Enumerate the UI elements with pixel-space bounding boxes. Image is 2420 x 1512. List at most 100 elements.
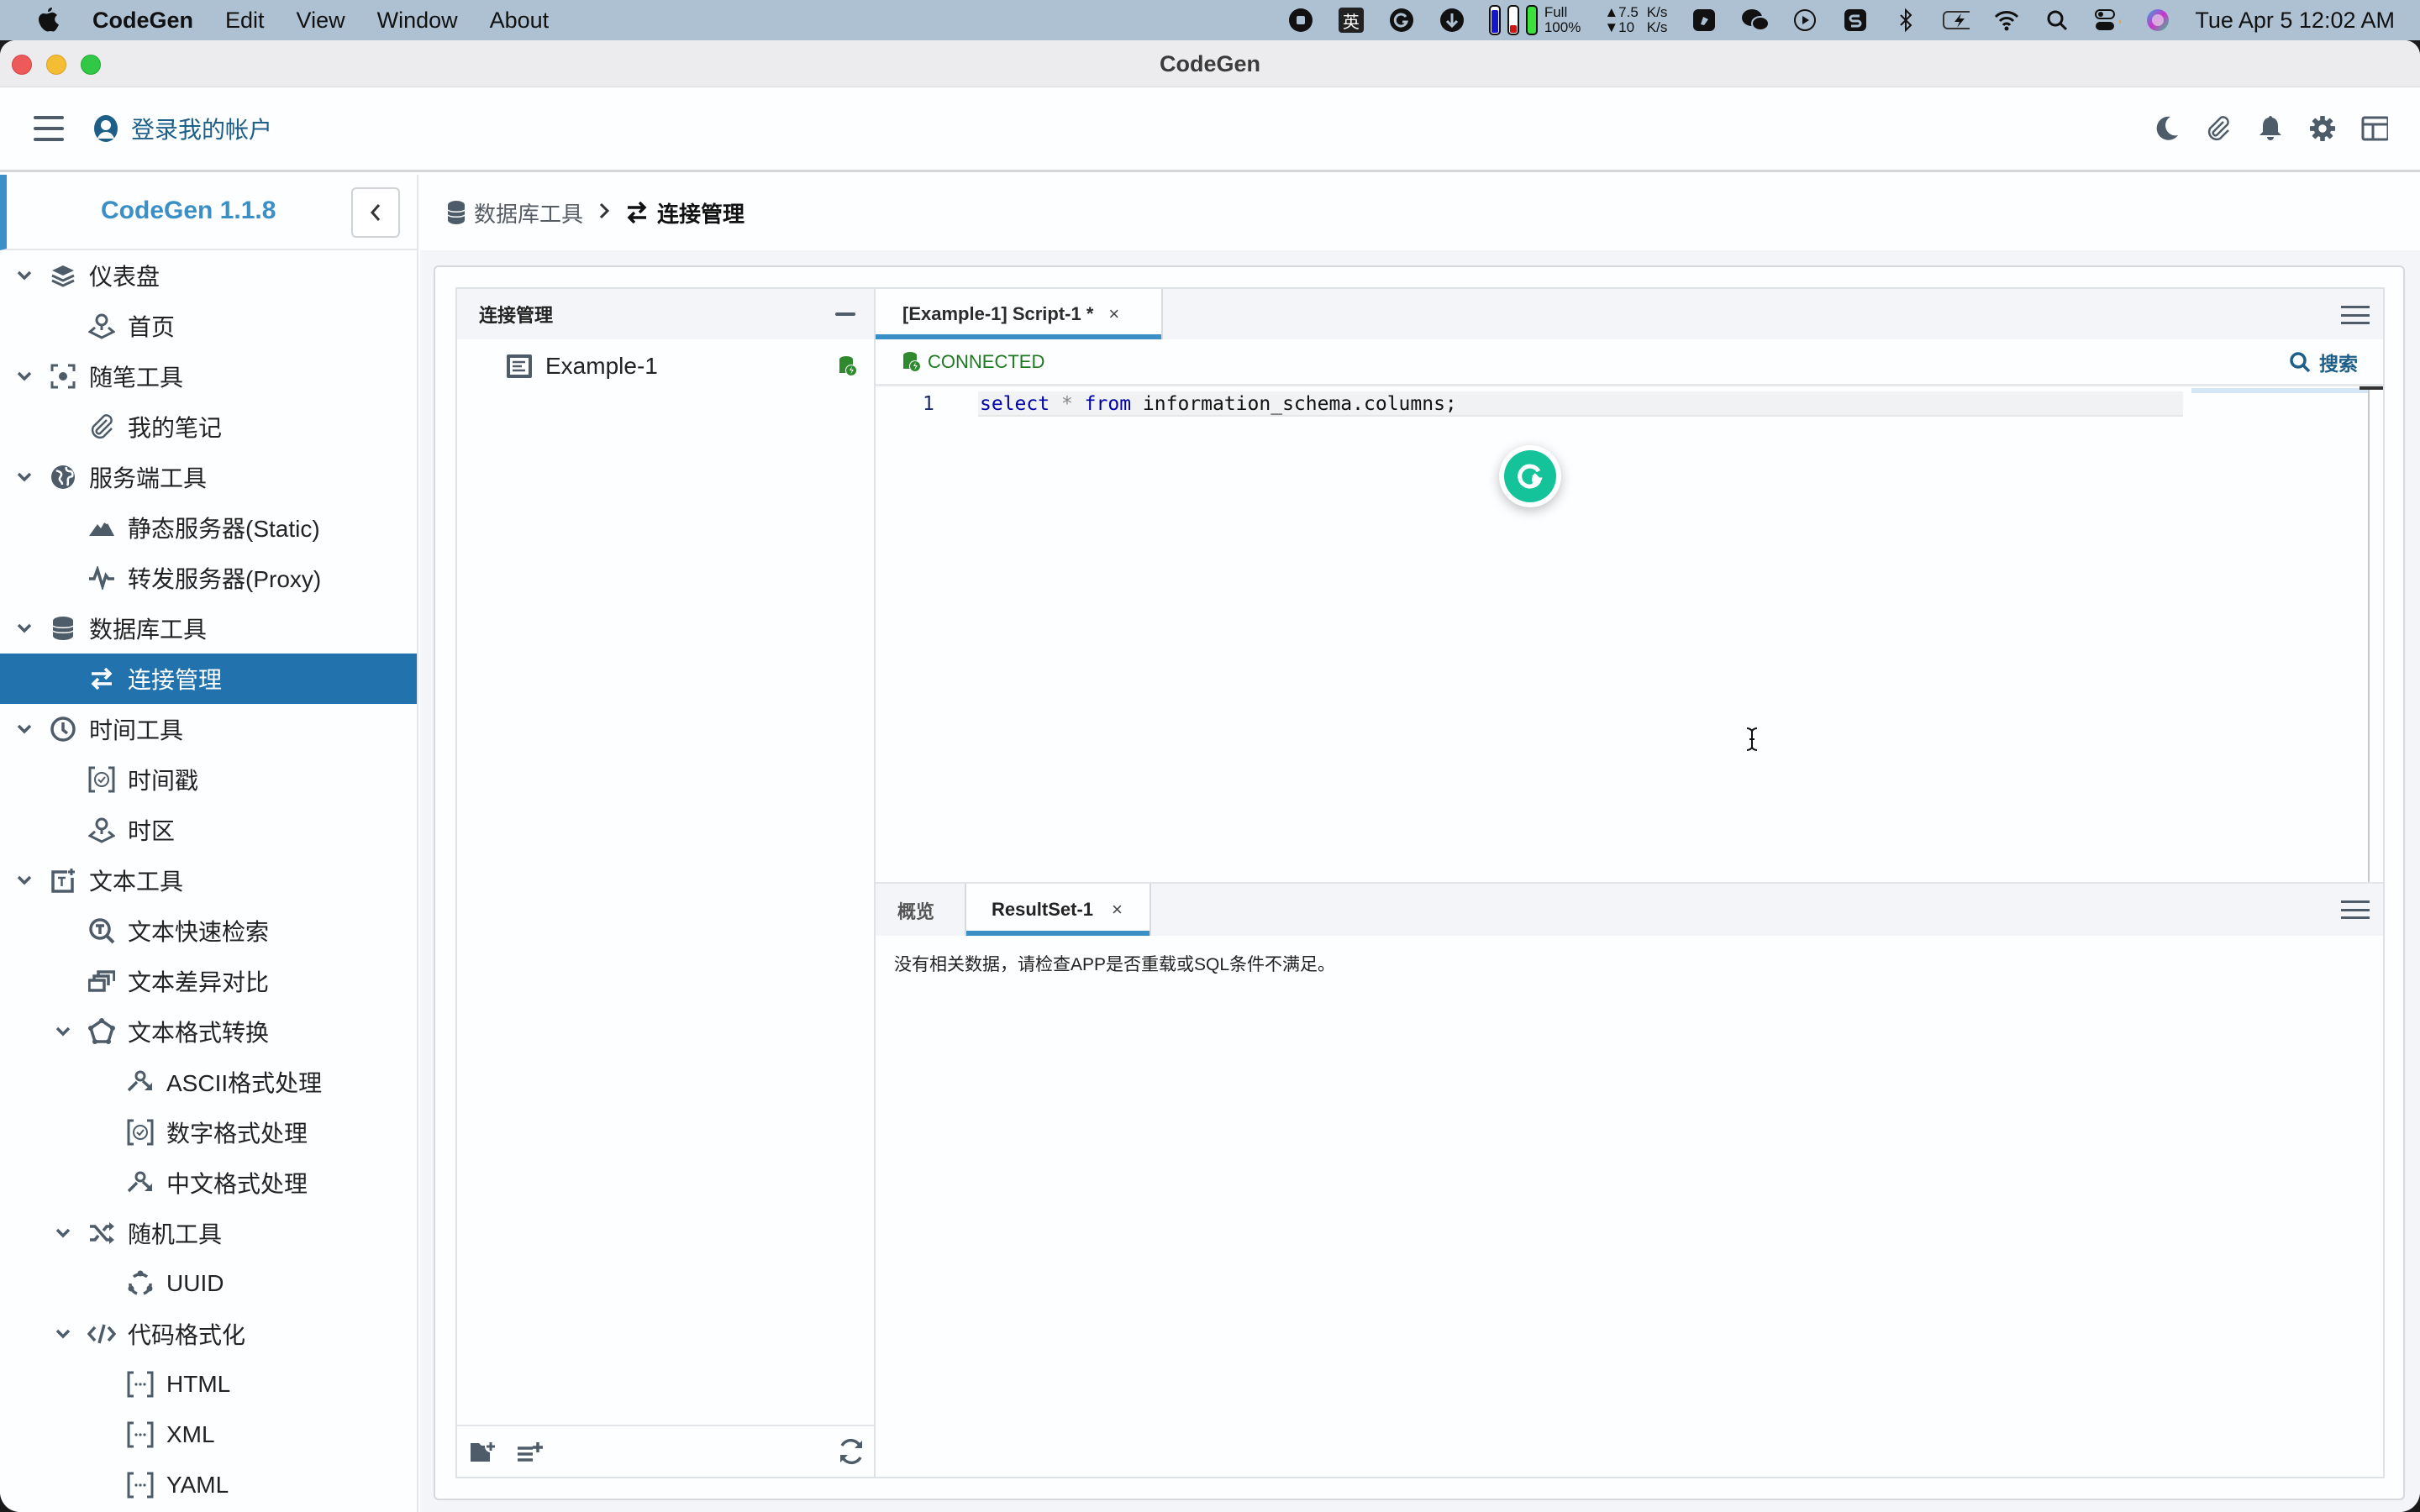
connection-file-icon (507, 354, 532, 378)
breadcrumb-parent[interactable]: 数据库工具 (447, 197, 583, 228)
hamburger-menu-icon[interactable] (34, 116, 64, 141)
menu-window[interactable]: Window (377, 8, 458, 34)
sidebar-item[interactable]: UUID (0, 1258, 417, 1309)
record-stop-icon[interactable] (1287, 7, 1314, 34)
chevron-down-icon[interactable] (15, 619, 34, 638)
clock[interactable]: Tue Apr 5 12:02 AM (2195, 8, 2395, 34)
sidebar-item[interactable]: 仪表盘 (0, 250, 417, 301)
sidebar-item[interactable]: 代码格式化 (0, 1309, 417, 1359)
chevron-down-icon[interactable] (54, 1224, 72, 1242)
chevron-down-icon[interactable] (54, 1325, 72, 1343)
sidebar-item[interactable]: 时间工具 (0, 704, 417, 754)
route-icon (126, 1068, 155, 1096)
tab-resultset-1[interactable]: ResultSet-1 × (965, 884, 1151, 936)
battery-meter-icon (1525, 5, 1538, 35)
play-circle-icon[interactable] (1791, 7, 1818, 34)
chevron-down-icon[interactable] (15, 266, 34, 285)
wifi-icon[interactable] (1993, 7, 2020, 34)
download-manager-icon[interactable] (1439, 7, 1465, 34)
sidebar-item[interactable]: 首页 (0, 301, 417, 351)
apple-icon[interactable] (34, 6, 62, 34)
brackets-icon (126, 1370, 155, 1399)
grammarly-widget[interactable] (1499, 445, 1561, 507)
editor-minimap[interactable] (2191, 386, 2370, 882)
s-app-icon[interactable] (1842, 7, 1869, 34)
tab-script-1[interactable]: [Example-1] Script-1 * × (876, 289, 1163, 339)
bell-icon[interactable] (2257, 114, 2284, 143)
collapse-sidebar-button[interactable] (351, 187, 400, 238)
new-folder-icon[interactable] (469, 1437, 497, 1466)
login-link[interactable]: 登录我的帐户 (92, 112, 272, 145)
sidebar-item[interactable]: 数字格式处理 (0, 1107, 417, 1158)
brackets-icon (126, 1420, 155, 1449)
refresh-icon[interactable] (837, 1437, 865, 1466)
chevron-down-icon[interactable] (15, 468, 34, 486)
code-text[interactable]: select * from information_schema.columns… (978, 391, 2183, 417)
connection-item[interactable]: Example-1 (457, 339, 874, 393)
sidebar-item[interactable]: 随笔工具 (0, 351, 417, 402)
input-method-label: 英 (1338, 8, 1364, 33)
minimize-panel-button[interactable] (835, 312, 855, 316)
chevron-down-icon[interactable] (15, 367, 34, 386)
bluetooth-icon[interactable] (1892, 7, 1919, 34)
sidebar-item[interactable]: 文本格式转换 (0, 1006, 417, 1057)
editor-scrollbar[interactable] (2360, 386, 2383, 390)
breadcrumb-current: 连接管理 (625, 197, 744, 228)
input-method-icon[interactable]: 英 (1338, 7, 1365, 34)
brand-title: CodeGen 1.1.8 (101, 197, 276, 224)
sidebar-item[interactable]: 转发服务器(Proxy) (0, 553, 417, 603)
sidebar-item[interactable]: 连接管理 (0, 654, 417, 704)
sidebar-item[interactable]: 中文格式处理 (0, 1158, 417, 1208)
sidebar-item[interactable]: XML (0, 1410, 417, 1460)
chevron-down-icon[interactable] (15, 871, 34, 890)
add-connection-icon[interactable] (516, 1437, 544, 1466)
moon-icon[interactable] (2153, 114, 2180, 143)
sidebar-item[interactable]: 服务端工具 (0, 452, 417, 502)
menu-edit[interactable]: Edit (225, 8, 265, 34)
sidebar-item[interactable]: 时区 (0, 805, 417, 855)
connection-panel-title: 连接管理 (479, 305, 554, 326)
control-center-icon[interactable] (2094, 7, 2122, 34)
chevron-down-icon[interactable] (15, 720, 34, 738)
sidebar-item[interactable]: HTML (0, 1359, 417, 1410)
tab-label: [Example-1] Script-1 * (902, 303, 1094, 324)
tab-close-icon[interactable]: × (1108, 303, 1119, 325)
sidebar-item-label: ASCII格式处理 (166, 1070, 323, 1096)
search-button[interactable]: 搜索 (2289, 348, 2358, 376)
timer-icon (126, 1118, 155, 1147)
grammarly-tray-icon[interactable] (1388, 7, 1415, 34)
sidebar-item[interactable]: ASCII格式处理 (0, 1057, 417, 1107)
results-menu-icon[interactable] (2341, 900, 2370, 919)
gear-icon[interactable] (2309, 114, 2336, 143)
text-cursor-icon (1744, 727, 1760, 752)
sidebar: CodeGen 1.1.8 仪表盘 首页 随笔工具 我的笔记 服务端工具 静态服务器(St… (0, 175, 418, 1512)
sidebar-item[interactable]: 我的笔记 (0, 402, 417, 452)
sidebar-item-label: UUID (166, 1270, 224, 1296)
menu-about[interactable]: About (490, 8, 550, 34)
empty-result-message: 没有相关数据，请检查APP是否重载或SQL条件不满足。 (894, 955, 1336, 974)
battery-charging-icon[interactable] (1943, 7, 1970, 34)
sidebar-item[interactable]: 随机工具 (0, 1208, 417, 1258)
sidebar-item[interactable]: 文本快速检索 (0, 906, 417, 956)
siri-icon[interactable] (2144, 7, 2171, 34)
pen-app-icon[interactable] (1691, 7, 1718, 34)
route-icon (126, 1168, 155, 1197)
tab-overview[interactable]: 概览 (897, 897, 934, 924)
menu-app-name[interactable]: CodeGen (92, 8, 193, 34)
sidebar-item[interactable]: 时间戳 (0, 754, 417, 805)
editor-menu-icon[interactable] (2341, 306, 2370, 324)
sidebar-item[interactable]: YAML (0, 1460, 417, 1510)
paperclip-icon[interactable] (2205, 114, 2232, 143)
sidebar-item[interactable]: 文本工具 (0, 855, 417, 906)
menu-view[interactable]: View (297, 8, 345, 34)
spotlight-search-icon[interactable] (2044, 7, 2070, 34)
layout-icon[interactable] (2361, 114, 2388, 143)
wechat-icon[interactable] (1741, 7, 1769, 34)
sidebar-item[interactable]: 数据库工具 (0, 603, 417, 654)
sidebar-item[interactable]: 静态服务器(Static) (0, 502, 417, 553)
sql-editor[interactable]: 1 select * from information_schema.colum… (876, 386, 2383, 882)
sidebar-item[interactable]: 文本差异对比 (0, 956, 417, 1006)
chevron-down-icon[interactable] (54, 1022, 72, 1041)
tab-close-icon[interactable]: × (1112, 899, 1123, 921)
